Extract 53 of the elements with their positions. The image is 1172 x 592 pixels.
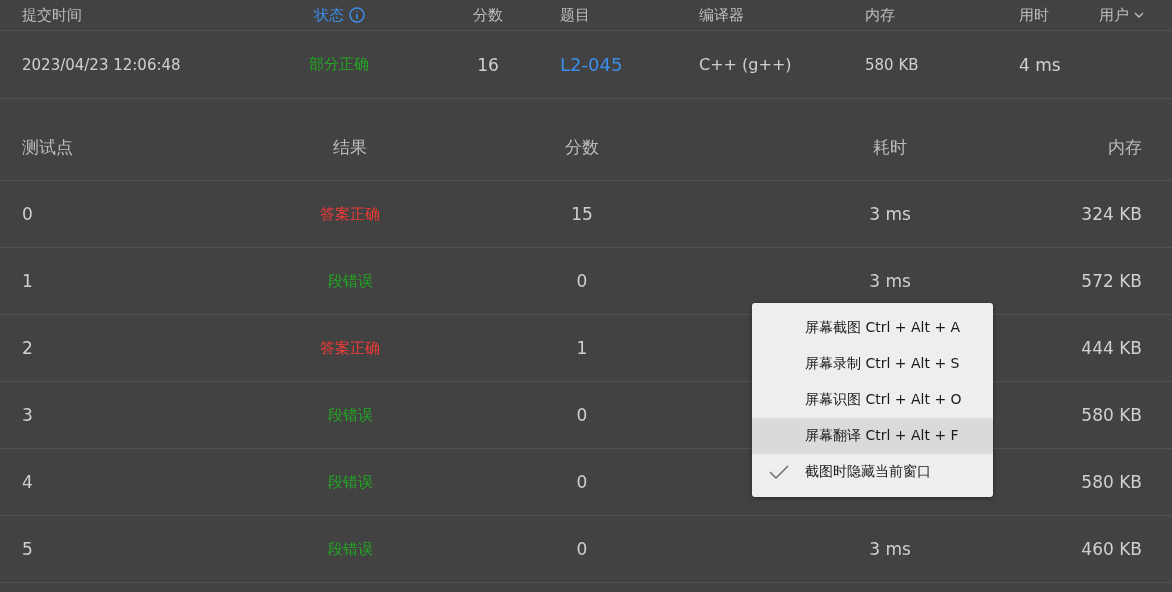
table-cell: 0 — [576, 472, 588, 492]
menu-item[interactable]: 截图时隐藏当前窗口 — [752, 454, 993, 490]
column-header: 用户 — [1099, 5, 1129, 25]
table-cell: 580 KB — [1081, 472, 1142, 492]
column-header: 内存 — [865, 5, 895, 25]
menu-item[interactable]: 屏幕识图 Ctrl + Alt + O — [752, 382, 993, 418]
table-cell: 460 KB — [1081, 539, 1142, 559]
table-cell-text: 4 ms — [1019, 54, 1062, 75]
table-cell: 0 — [576, 405, 588, 425]
column-header: 内存 — [1108, 135, 1142, 159]
column-header: 提交时间 — [22, 5, 82, 25]
table-cell: 580 KB — [1081, 405, 1142, 425]
table-cell: 16 — [477, 54, 499, 75]
table-cell: 444 KB — [1081, 338, 1142, 358]
result-text: 答案正确 — [320, 204, 380, 224]
column-header: 分数 — [473, 5, 503, 25]
result-text: 段错误 — [327, 271, 373, 291]
status-text: 部分正确 — [309, 55, 369, 74]
table-cell: 572 KB — [1081, 271, 1142, 291]
column-header: 编译器 — [699, 5, 744, 25]
table-cell: 0 — [576, 271, 588, 291]
menu-item[interactable]: 屏幕录制 Ctrl + Alt + S — [752, 346, 993, 382]
table-cell-text: 0 — [22, 204, 34, 224]
result-text: 答案正确 — [320, 338, 380, 358]
table-cell: 0 — [576, 539, 588, 559]
column-header: 分数 — [565, 135, 599, 159]
column-header: 测试点 — [22, 135, 74, 159]
table-cell-text: 4 — [22, 472, 34, 492]
column-header: 结果 — [333, 135, 367, 159]
table-cell: 3 ms — [869, 271, 911, 291]
table-cell: 3 ms — [869, 539, 911, 559]
caret-icon[interactable] — [1134, 11, 1144, 19]
column-header: 状态 — [313, 5, 344, 25]
result-text: 段错误 — [327, 472, 373, 492]
menu-item[interactable]: 屏幕翻译 Ctrl + Alt + F — [752, 418, 993, 454]
column-header: 题目 — [560, 5, 590, 25]
table-cell: 15 — [571, 204, 593, 224]
table-cell: 324 KB — [1081, 204, 1142, 224]
table-cell-text: 1 — [22, 271, 34, 291]
table-cell-text: C++ (g++) — [699, 55, 793, 74]
table-cell: 3 ms — [869, 204, 911, 224]
table-cell-text: 5 — [22, 539, 34, 559]
table-cell: 1 — [576, 338, 588, 358]
result-text: 段错误 — [327, 405, 373, 425]
table-cell-text: 3 — [22, 405, 34, 425]
column-header: 耗时 — [873, 135, 907, 159]
table-cell-text: 2 — [22, 338, 34, 358]
info-icon[interactable] — [348, 7, 365, 23]
table-cell-text: 2023/04/23 12:06:48 — [22, 55, 182, 74]
column-header: 用时 — [1019, 5, 1049, 25]
table-cell-text: 580 KB — [865, 55, 920, 74]
result-text: 段错误 — [327, 539, 373, 559]
menu-item[interactable]: 屏幕截图 Ctrl + Alt + A — [752, 310, 993, 346]
